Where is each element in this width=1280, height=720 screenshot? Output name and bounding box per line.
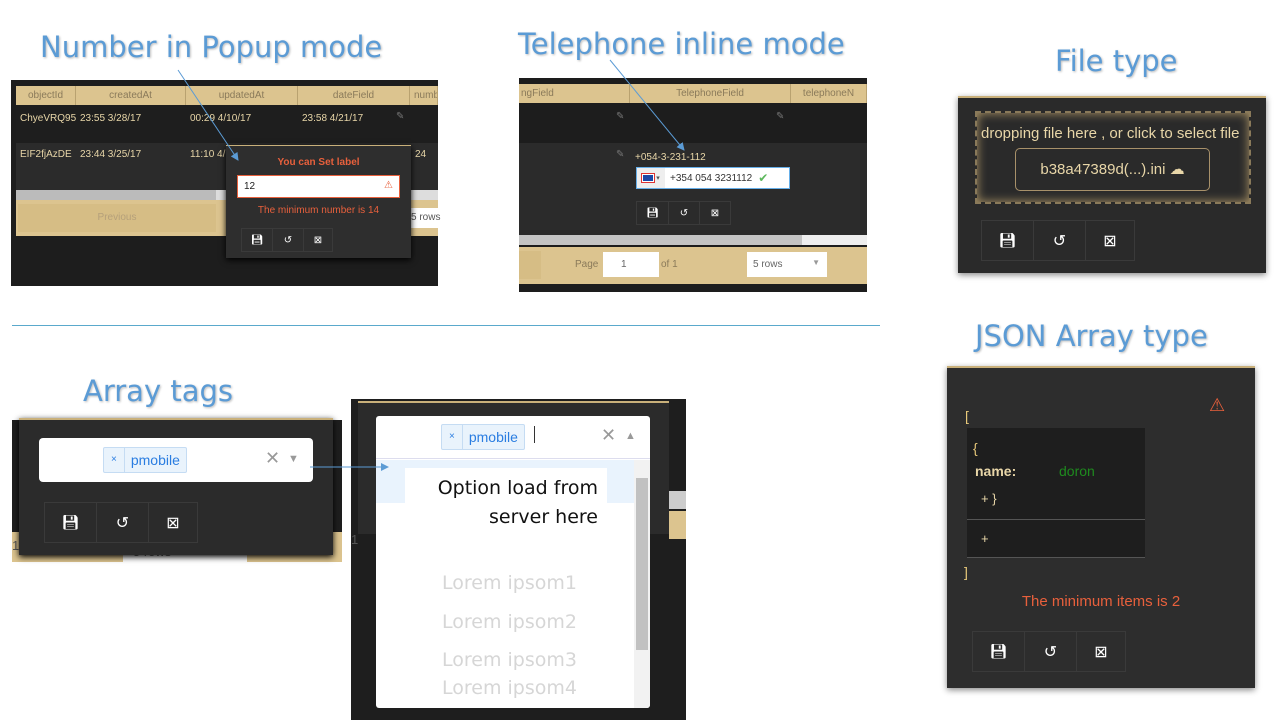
- arrow-telephone: [609, 59, 685, 151]
- annotation-arrows: [177, 59, 685, 471]
- arrow-number: [177, 69, 239, 161]
